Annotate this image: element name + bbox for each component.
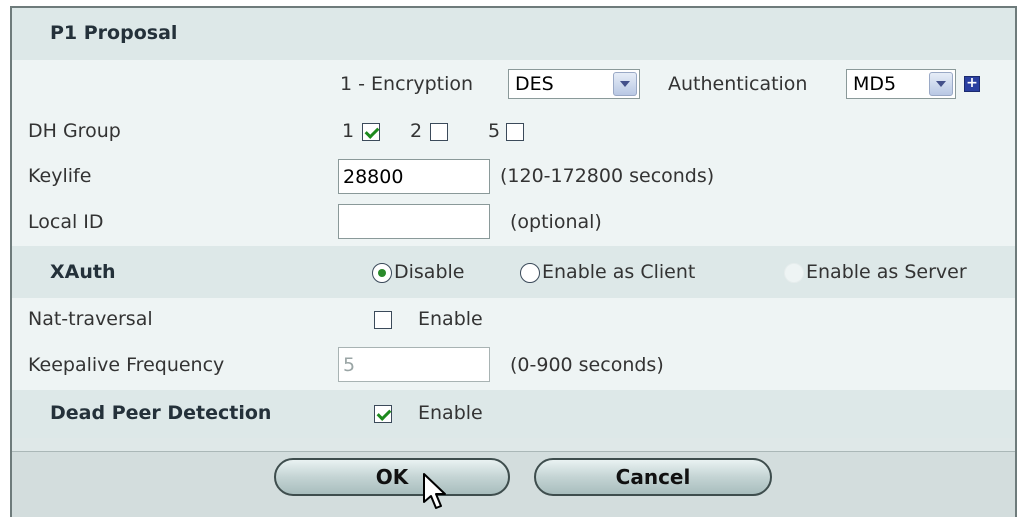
xauth-disable-radio[interactable] xyxy=(372,263,392,283)
nat-traversal-enable-label: Enable xyxy=(418,308,483,330)
dh-group-1-checkbox[interactable] xyxy=(362,123,380,141)
add-proposal-icon[interactable]: + xyxy=(964,76,980,92)
xauth-server-radio xyxy=(784,263,804,283)
button-bar: OK Cancel xyxy=(12,451,1015,517)
xauth-disable-label: Disable xyxy=(394,261,465,283)
xauth-row: XAuth Disable Enable as Client Enable as… xyxy=(12,246,1015,298)
encryption-label: 1 - Encryption xyxy=(340,73,474,95)
keylife-input[interactable]: 28800 xyxy=(338,159,490,194)
keepalive-row: Keepalive Frequency 5 (0-900 seconds) xyxy=(12,342,1015,390)
nat-traversal-checkbox[interactable] xyxy=(374,311,392,329)
keepalive-label: Keepalive Frequency xyxy=(28,354,225,376)
dpd-enable-label: Enable xyxy=(418,402,483,424)
cancel-button[interactable]: Cancel xyxy=(534,458,772,496)
section-header: P1 Proposal xyxy=(12,8,1015,60)
encryption-row: 1 - Encryption DES Authentication MD5 + xyxy=(12,60,1015,110)
keylife-hint: (120-172800 seconds) xyxy=(500,165,715,187)
local-id-label: Local ID xyxy=(28,211,104,233)
dh-group-label: DH Group xyxy=(28,120,121,142)
nat-traversal-label: Nat-traversal xyxy=(28,308,153,330)
dh-group-row: DH Group 1 2 5 xyxy=(12,110,1015,154)
ok-button[interactable]: OK xyxy=(274,458,510,496)
dh-group-option-5-label: 5 xyxy=(488,120,501,142)
keylife-row: Keylife 28800 (120-172800 seconds) xyxy=(12,154,1015,200)
dpd-checkbox[interactable] xyxy=(374,405,392,423)
keepalive-hint: (0-900 seconds) xyxy=(510,354,664,376)
authentication-label: Authentication xyxy=(668,73,808,95)
dh-group-2-checkbox[interactable] xyxy=(430,123,448,141)
xauth-server-label: Enable as Server xyxy=(806,261,967,283)
chevron-down-icon[interactable] xyxy=(929,72,953,96)
authentication-select[interactable]: MD5 xyxy=(846,69,956,99)
xauth-client-label: Enable as Client xyxy=(542,261,696,283)
nat-traversal-row: Nat-traversal Enable xyxy=(12,298,1015,342)
keepalive-input[interactable]: 5 xyxy=(338,347,490,382)
dh-group-option-2-label: 2 xyxy=(410,120,423,142)
xauth-client-radio[interactable] xyxy=(520,263,540,283)
local-id-row: Local ID (optional) xyxy=(12,200,1015,246)
section-title: P1 Proposal xyxy=(50,22,178,44)
dh-group-option-1-label: 1 xyxy=(342,120,355,142)
dh-group-5-checkbox[interactable] xyxy=(506,123,524,141)
local-id-hint: (optional) xyxy=(510,211,602,233)
mouse-pointer-icon xyxy=(423,473,446,509)
p1-proposal-panel: P1 Proposal 1 - Encryption DES Authentic… xyxy=(10,6,1017,517)
local-id-input[interactable] xyxy=(338,204,490,239)
keylife-label: Keylife xyxy=(28,165,92,187)
dpd-row: Dead Peer Detection Enable xyxy=(12,390,1015,438)
chevron-down-icon[interactable] xyxy=(613,72,637,96)
dpd-label: Dead Peer Detection xyxy=(50,402,272,424)
xauth-label: XAuth xyxy=(50,261,116,283)
encryption-select[interactable]: DES xyxy=(508,69,640,99)
